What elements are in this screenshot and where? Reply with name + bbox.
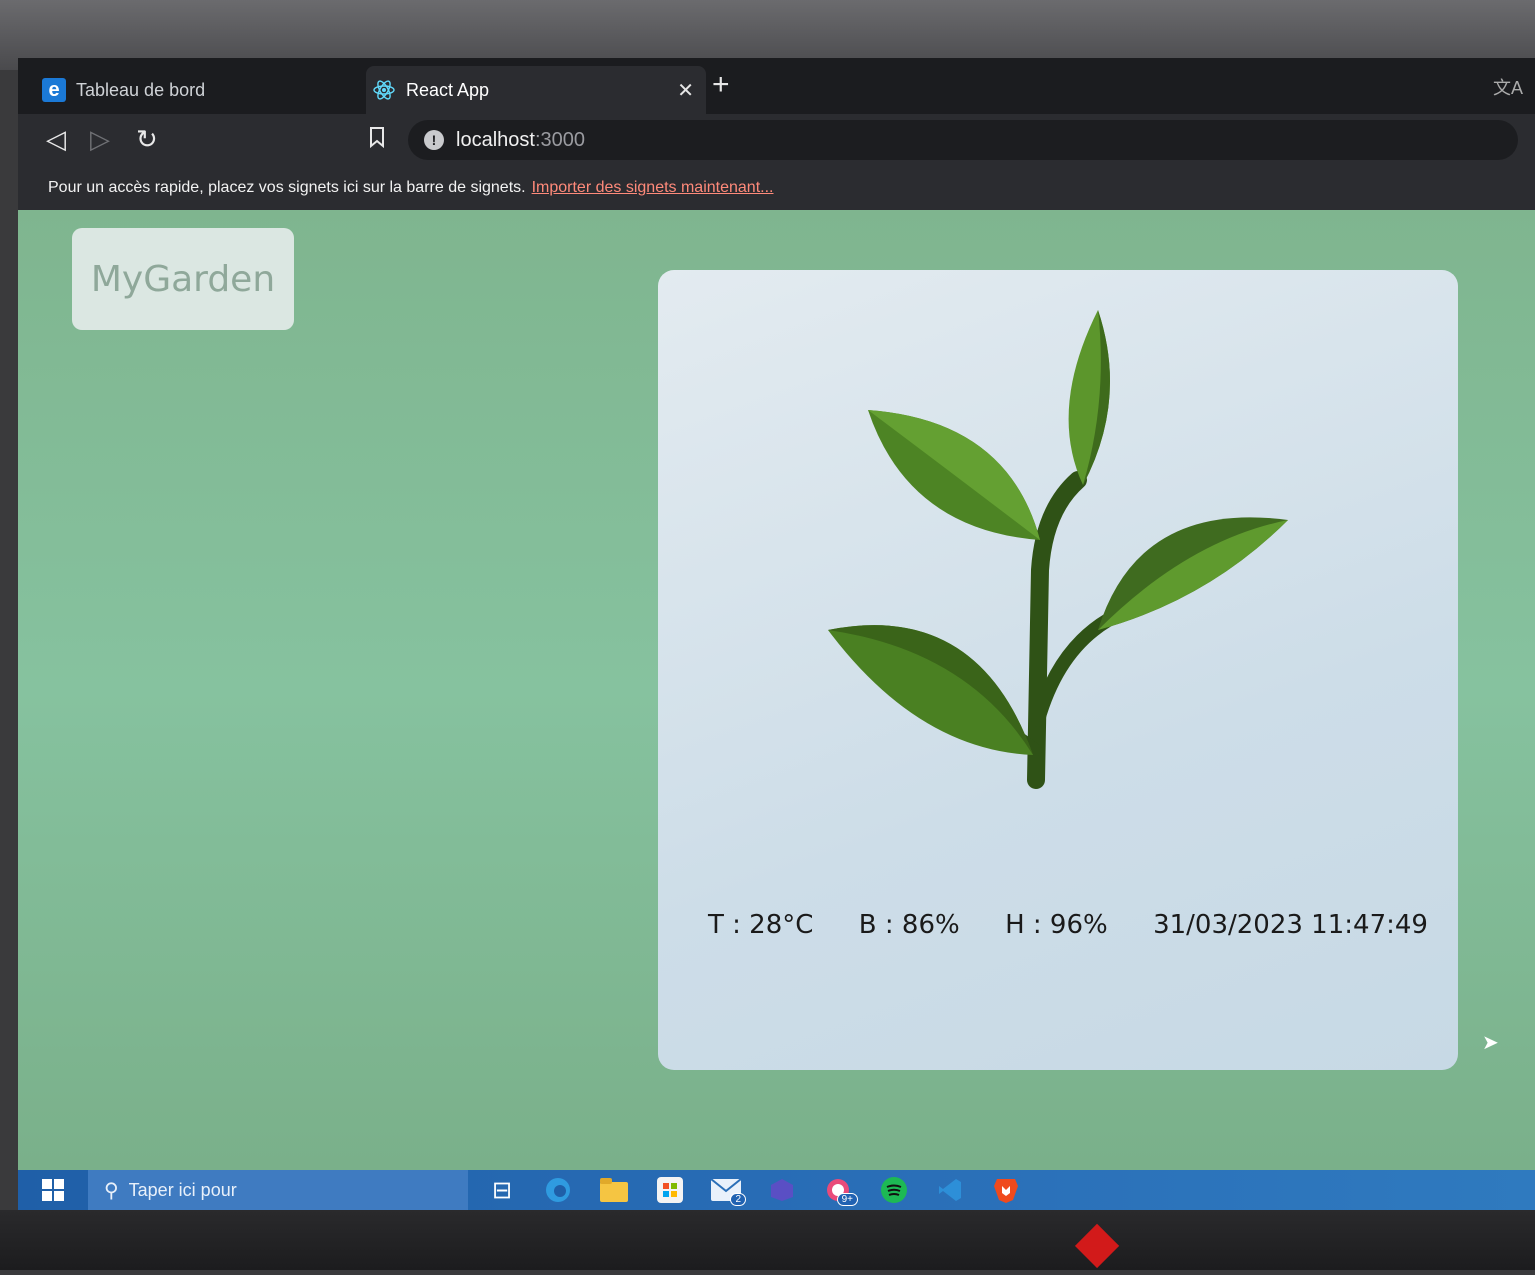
app-page: MyGarden T : 28°C B: 86% H: 96% 31/03/…	[18, 210, 1535, 1170]
screen: e Tableau de bord React App ✕ + 文A ◁ ▷ ↻	[18, 58, 1535, 1210]
dev-home-icon[interactable]	[760, 1170, 804, 1210]
react-icon	[372, 78, 396, 102]
tab-label: React App	[406, 79, 490, 100]
forward-icon[interactable]: ▷	[90, 124, 110, 155]
mail-badge: 2	[730, 1193, 746, 1206]
import-bookmarks-link[interactable]: Importer des signets maintenant...	[532, 179, 774, 197]
brave-browser-icon[interactable]	[984, 1170, 1028, 1210]
edge-browser-icon[interactable]	[536, 1170, 580, 1210]
copilot-icon[interactable]: 9+	[816, 1170, 860, 1210]
url-port: :3000	[534, 128, 585, 151]
tab-react-app[interactable]: React App ✕	[366, 66, 706, 114]
windows-start-icon[interactable]	[18, 1170, 88, 1210]
laptop-bezel-bottom	[0, 1210, 1535, 1270]
mail-icon[interactable]: 2	[704, 1170, 748, 1210]
browser-tab-bar: e Tableau de bord React App ✕ + 文A	[18, 58, 1535, 114]
url-host: localhost	[456, 128, 535, 151]
browser-toolbar: ◁ ▷ ↻ ! localhost :3000	[18, 114, 1535, 166]
plant-card: T : 28°C B : 86% H : 96% 31/03/2023 11:4…	[658, 270, 1458, 1070]
sensor-readings: T : 28°C B : 86% H : 96% 31/03/2023 11:4…	[708, 910, 1428, 940]
taskbar-search[interactable]: ⚲ Taper ici pour	[88, 1170, 468, 1210]
tab-tableau-de-bord[interactable]: e Tableau de bord	[36, 66, 366, 114]
back-icon[interactable]: ◁	[46, 124, 66, 155]
edge-icon: e	[42, 78, 66, 102]
address-bar[interactable]: ! localhost :3000	[408, 120, 1518, 160]
datetime-reading: 31/03/2023 11:47:49	[1153, 910, 1428, 940]
new-tab-icon[interactable]: +	[712, 68, 730, 102]
search-icon: ⚲	[104, 1179, 119, 1202]
spotify-icon[interactable]	[872, 1170, 916, 1210]
microsoft-store-icon[interactable]	[648, 1170, 692, 1210]
site-info-icon[interactable]: !	[424, 130, 444, 150]
bookmarks-bar-message: Pour un accès rapide, placez vos signets…	[48, 179, 526, 196]
app-logo[interactable]: MyGarden	[72, 228, 294, 330]
tab-label: Tableau de bord	[76, 79, 206, 100]
bookmark-icon[interactable]	[368, 126, 386, 154]
temperature-reading: T : 28°C	[708, 910, 814, 940]
windows-taskbar: ⚲ Taper ici pour ⊟ 2 9+	[18, 1170, 1535, 1210]
plant-icon	[828, 310, 1288, 789]
taskbar-search-placeholder: Taper ici pour	[128, 1179, 237, 1200]
omen-logo-icon: ◆	[1074, 1207, 1120, 1275]
mouse-cursor-icon: ➤	[1482, 1032, 1499, 1054]
file-explorer-icon[interactable]	[592, 1170, 636, 1210]
bookmarks-bar: Pour un accès rapide, placez vos signets…	[18, 166, 1535, 210]
humidity-reading: H : 96%	[1005, 910, 1108, 940]
battery-reading: B : 86%	[858, 910, 960, 940]
task-view-icon[interactable]: ⊟	[480, 1170, 524, 1210]
copilot-badge: 9+	[836, 1193, 858, 1206]
visual-studio-code-icon[interactable]	[928, 1170, 972, 1210]
translate-icon[interactable]: 文A	[1493, 74, 1523, 100]
reload-icon[interactable]: ↻	[136, 124, 158, 155]
app-logo-text: MyGarden	[90, 258, 276, 300]
close-tab-icon[interactable]: ✕	[677, 78, 694, 103]
